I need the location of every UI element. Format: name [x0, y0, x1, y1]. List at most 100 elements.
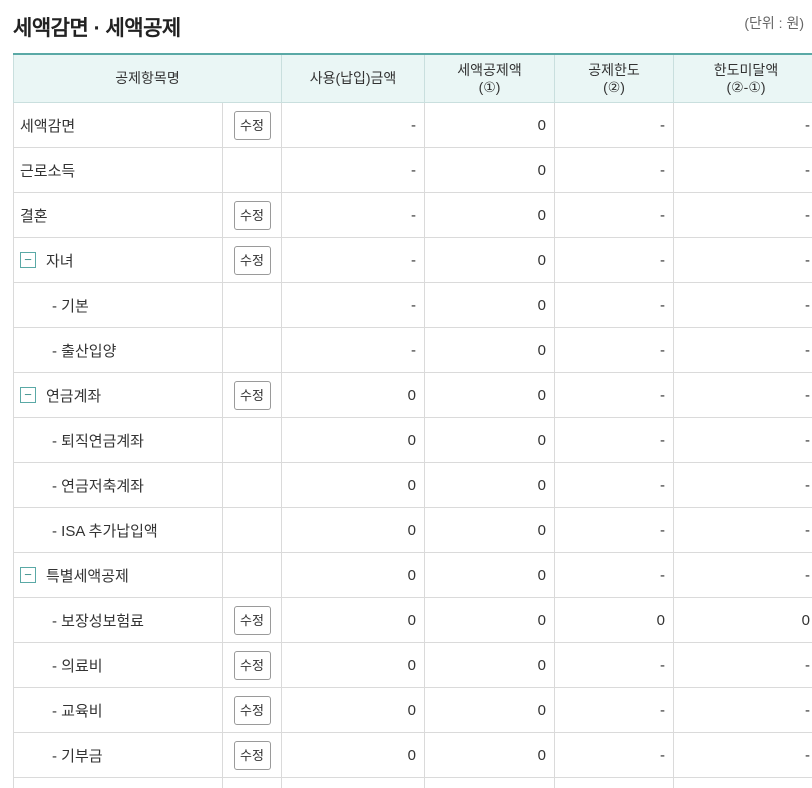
- row-label: 결혼: [20, 207, 48, 225]
- credit-amount-cell: 0: [424, 507, 555, 553]
- table-row: - 보장성보험료 수정 0 0 0 0: [13, 597, 812, 643]
- edit-button[interactable]: 수정: [233, 380, 271, 410]
- edit-button[interactable]: 수정: [233, 110, 271, 140]
- table-row: − 특별세액공제 0 0 - -: [13, 552, 812, 598]
- remaining-amount-cell: -: [673, 552, 812, 598]
- limit-amount-cell: -: [554, 192, 674, 238]
- limit-amount-cell: -: [554, 507, 674, 553]
- paid-amount-cell: -: [281, 192, 425, 238]
- credit-amount-cell: 0: [424, 642, 555, 688]
- remaining-amount-cell: -: [673, 102, 812, 148]
- collapse-minus-icon[interactable]: −: [20, 567, 36, 583]
- paid-amount-cell: 0: [281, 417, 425, 463]
- row-label: - 출산입양: [52, 342, 117, 360]
- table-row: - 의료비 수정 0 0 - -: [13, 642, 812, 688]
- table-row: - 연금저축계좌 0 0 - -: [13, 462, 812, 508]
- limit-amount-cell: -: [554, 417, 674, 463]
- row-action-cell: [222, 147, 282, 193]
- credit-amount-cell: 0: [424, 687, 555, 733]
- row-label-cell: - ISA 추가납입액: [13, 507, 223, 553]
- row-action-cell: 수정: [222, 102, 282, 148]
- limit-amount-cell: [554, 777, 674, 788]
- remaining-amount-cell: -: [673, 417, 812, 463]
- credit-amount-cell: 0: [424, 102, 555, 148]
- credit-amount-cell: 0: [424, 192, 555, 238]
- table-row: − 연금계좌 수정 0 0 - -: [13, 372, 812, 418]
- row-action-cell: [222, 507, 282, 553]
- column-header-paid: 사용(납입)금액: [281, 54, 425, 103]
- remaining-amount-cell: -: [673, 147, 812, 193]
- column-header-remaining: 한도미달액 (②-①): [673, 54, 812, 103]
- column-header-limit: 공제한도 (②): [554, 54, 674, 103]
- row-label: 연금계좌: [46, 387, 102, 405]
- paid-amount-cell: -: [281, 237, 425, 283]
- row-action-cell: [222, 552, 282, 598]
- row-label: - 연금저축계좌: [52, 477, 144, 495]
- row-action-cell: [222, 462, 282, 508]
- remaining-amount-cell: -: [673, 687, 812, 733]
- credit-amount-cell: 0: [424, 597, 555, 643]
- page-title: 세액감면 · 세액공제: [13, 17, 181, 40]
- credit-amount-cell: 0: [424, 732, 555, 778]
- row-label: - 퇴직연금계좌: [52, 432, 144, 450]
- remaining-amount-cell: 0: [673, 597, 812, 643]
- collapse-minus-icon[interactable]: −: [20, 252, 36, 268]
- credit-amount-cell: 0: [424, 327, 555, 373]
- table-row: 세액감면 수정 - 0 - -: [13, 102, 812, 148]
- row-label-cell: [13, 777, 223, 788]
- limit-amount-cell: -: [554, 237, 674, 283]
- table-row: - 기부금 수정 0 0 - -: [13, 732, 812, 778]
- column-header-credit: 세액공제액 (①): [424, 54, 555, 103]
- table-row: - 퇴직연금계좌 0 0 - -: [13, 417, 812, 463]
- paid-amount-cell: -: [281, 102, 425, 148]
- credit-amount-cell: 0: [424, 417, 555, 463]
- credit-amount-cell: 0: [424, 372, 555, 418]
- edit-button[interactable]: 수정: [233, 245, 271, 275]
- deduction-table-wrapper: 공제항목명 사용(납입)금액 세액공제액 (①) 공제한도 (②) 한도미달액 (②-…: [13, 53, 812, 788]
- row-label-cell: - 연금저축계좌: [13, 462, 223, 508]
- row-label-cell: - 기부금: [13, 732, 223, 778]
- row-label-cell: - 보장성보험료: [13, 597, 223, 643]
- table-header-row: 공제항목명 사용(납입)금액 세액공제액 (①) 공제한도 (②) 한도미달액 (②-…: [13, 54, 812, 103]
- table-row: - ISA 추가납입액 0 0 - -: [13, 507, 812, 553]
- row-label-cell: − 특별세액공제: [13, 552, 223, 598]
- remaining-amount-cell: -: [673, 192, 812, 238]
- row-label: - 기부금: [52, 747, 103, 765]
- edit-button[interactable]: 수정: [233, 200, 271, 230]
- remaining-amount-cell: -: [673, 732, 812, 778]
- row-action-cell: [222, 282, 282, 328]
- limit-amount-cell: -: [554, 462, 674, 508]
- credit-amount-cell: 0: [424, 282, 555, 328]
- credit-amount-cell: 0: [424, 552, 555, 598]
- limit-amount-cell: -: [554, 102, 674, 148]
- row-label: 세액감면: [20, 117, 76, 135]
- row-label: 특별세액공제: [46, 567, 129, 585]
- paid-amount-cell: 0: [281, 462, 425, 508]
- row-action-cell: [222, 327, 282, 373]
- row-label: - 교육비: [52, 702, 103, 720]
- edit-button[interactable]: 수정: [233, 605, 271, 635]
- paid-amount-cell: -: [281, 282, 425, 328]
- edit-button[interactable]: 수정: [233, 650, 271, 680]
- row-action-cell: 수정: [222, 642, 282, 688]
- column-header-item: 공제항목명: [13, 54, 282, 103]
- table-row: 근로소득 - 0 - -: [13, 147, 812, 193]
- paid-amount-cell: [281, 777, 425, 788]
- remaining-amount-cell: -: [673, 642, 812, 688]
- row-label: - 기본: [52, 297, 89, 315]
- paid-amount-cell: -: [281, 147, 425, 193]
- remaining-amount-cell: [673, 777, 812, 788]
- edit-button[interactable]: 수정: [233, 740, 271, 770]
- row-label-cell: - 출산입양: [13, 327, 223, 373]
- row-label-cell: - 의료비: [13, 642, 223, 688]
- row-label-cell: 결혼: [13, 192, 223, 238]
- row-label-cell: - 교육비: [13, 687, 223, 733]
- remaining-amount-cell: -: [673, 327, 812, 373]
- row-action-cell: 수정: [222, 237, 282, 283]
- remaining-amount-cell: -: [673, 237, 812, 283]
- edit-button[interactable]: 수정: [233, 695, 271, 725]
- collapse-minus-icon[interactable]: −: [20, 387, 36, 403]
- table-row: 결혼 수정 - 0 - -: [13, 192, 812, 238]
- row-action-cell: [222, 417, 282, 463]
- row-label-cell: - 퇴직연금계좌: [13, 417, 223, 463]
